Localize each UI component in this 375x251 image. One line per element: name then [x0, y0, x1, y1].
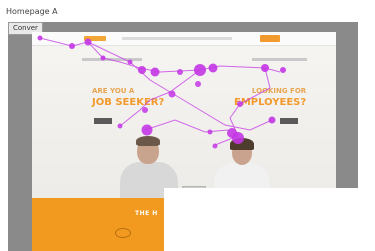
page-title: Homepage A	[6, 7, 58, 16]
site-logo	[84, 36, 106, 41]
app-frame: Homepage A Conver Are you a Job Seeker? …	[0, 0, 375, 251]
job-seeker-line2: Job Seeker?	[92, 97, 165, 108]
job-seeker-heading: Are you a Job Seeker?	[92, 86, 164, 108]
ring-icon	[115, 228, 131, 238]
white-occlusion-panel	[164, 188, 375, 251]
employees-line1: Looking for	[251, 87, 307, 95]
employees-heading: Looking for Employees?	[234, 86, 306, 108]
hero-subtext-right	[252, 58, 307, 61]
job-seeker-line1: Are you a	[92, 87, 135, 95]
website-navbar	[32, 32, 336, 46]
job-seeker-button	[94, 118, 112, 124]
employer-button	[280, 118, 298, 124]
person-right-hair	[230, 138, 254, 150]
hero-subtext-left	[82, 58, 142, 61]
nav-links	[122, 37, 232, 40]
person-left-hair	[136, 136, 160, 146]
bottom-heading: THE H	[135, 210, 158, 217]
hero-section: Are you a Job Seeker? Looking for Employ…	[32, 46, 336, 208]
nav-cta-button	[260, 35, 280, 42]
employees-line2: Employees?	[234, 97, 307, 108]
